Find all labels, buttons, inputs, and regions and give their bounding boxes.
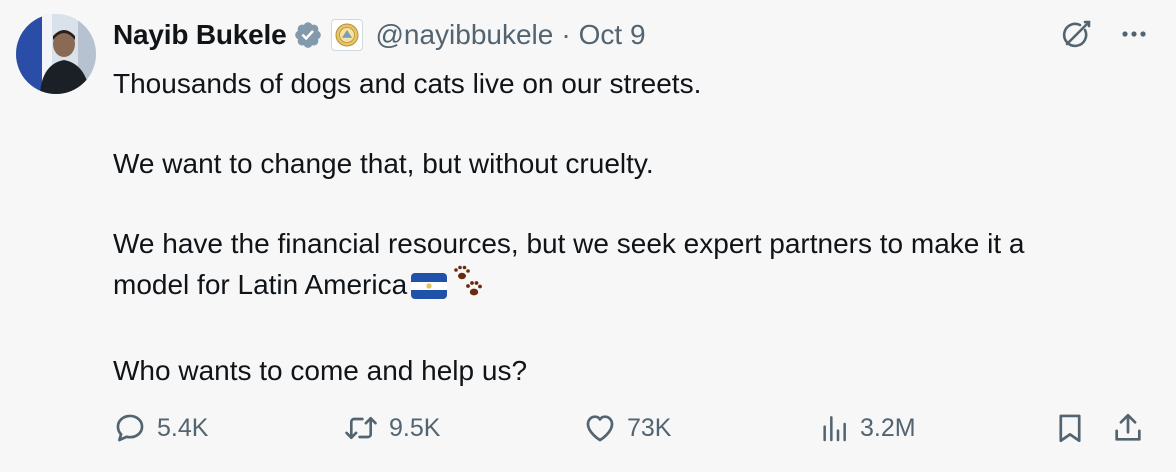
tweet-date[interactable]: Oct 9 xyxy=(579,19,646,51)
reply-button[interactable]: 5.4K xyxy=(113,406,208,450)
retweet-button[interactable]: 9.5K xyxy=(343,406,440,450)
tweet-line: We want to change that, but without crue… xyxy=(113,148,654,179)
paw-prints-icon xyxy=(451,264,487,311)
tweet-line: Who wants to come and help us? xyxy=(113,355,528,386)
grok-icon[interactable] xyxy=(1058,16,1094,52)
el-salvador-flag-icon xyxy=(411,271,448,311)
heart-icon xyxy=(586,415,614,442)
tweet-line: We have the financial resources, but we … xyxy=(113,228,1025,259)
tweet-line-with-emoji: model for Latin America xyxy=(113,264,1143,311)
tweet-line: model for Latin America xyxy=(113,269,408,300)
views-icon xyxy=(823,416,846,442)
verified-badge-icon[interactable] xyxy=(293,20,323,50)
tweet-header: Nayib Bukele @nayibbukele · Oct 9 xyxy=(113,14,646,56)
reply-count: 5.4K xyxy=(157,413,209,442)
retweet-icon xyxy=(345,416,377,440)
tweet-line: Thousands of dogs and cats live on our s… xyxy=(113,68,702,99)
retweet-count: 9.5K xyxy=(389,413,441,442)
avatar[interactable] xyxy=(16,14,96,94)
like-button[interactable]: 73K xyxy=(583,406,671,450)
author-handle[interactable]: @nayibbukele xyxy=(375,19,553,51)
more-icon[interactable] xyxy=(1116,16,1152,52)
separator-dot: · xyxy=(561,19,571,50)
share-icon xyxy=(1115,413,1141,441)
tweet-actions: 5.4K 9.5K 73K 3.2M xyxy=(113,406,1148,450)
tweet-text: Thousands of dogs and cats live on our s… xyxy=(113,64,1143,391)
tweet: Nayib Bukele @nayibbukele · Oct 9 Thousa… xyxy=(0,0,1176,472)
share-button[interactable] xyxy=(1111,406,1145,450)
views-count: 3.2M xyxy=(860,413,916,442)
government-seal-icon[interactable] xyxy=(331,19,364,51)
like-count: 73K xyxy=(627,413,672,442)
reply-icon xyxy=(116,414,144,442)
views-button[interactable]: 3.2M xyxy=(818,406,916,450)
bookmark-button[interactable] xyxy=(1053,406,1087,450)
author-name[interactable]: Nayib Bukele xyxy=(113,19,287,51)
header-actions xyxy=(1058,16,1152,52)
bookmark-icon xyxy=(1059,414,1081,443)
